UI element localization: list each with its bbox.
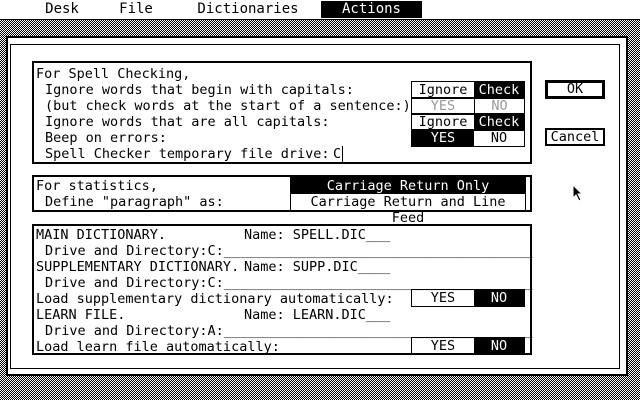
menu-bar: Desk File Dictionaries Actions xyxy=(0,0,640,20)
menu-actions[interactable]: Actions xyxy=(321,1,422,18)
menu-dictionaries[interactable]: Dictionaries xyxy=(196,1,300,18)
main-dictionary-name-field[interactable]: Name: SPELL.DIC___ xyxy=(244,227,390,243)
ignore-all-caps-label: Ignore words that are all capitals: xyxy=(45,114,330,130)
paragraph-cr-lf-option[interactable]: Carriage Return and Line Feed xyxy=(291,194,525,226)
temp-drive-label: Spell Checker temporary file drive: xyxy=(45,146,330,162)
supplementary-dictionary-name-field[interactable]: Name: SUPP.DIC____ xyxy=(244,259,390,275)
sentence-yes-option[interactable]: YES xyxy=(412,98,474,114)
ignore-capitals-label: Ignore words that begin with capitals: xyxy=(45,82,354,98)
supplementary-auto-no-option[interactable]: NO xyxy=(474,290,524,306)
main-dictionary-label: MAIN DICTIONARY. xyxy=(36,227,167,243)
cancel-button[interactable]: Cancel xyxy=(545,128,605,146)
supplementary-dictionary-label: SUPPLEMENTARY DICTIONARY. xyxy=(36,259,240,275)
paragraph-cr-only-option[interactable]: Carriage Return Only xyxy=(291,178,525,194)
sentence-start-label: (but check words at the start of a sente… xyxy=(45,98,411,114)
menu-file[interactable]: File xyxy=(117,1,155,18)
ok-button[interactable]: OK xyxy=(545,80,605,99)
learn-file-name-field[interactable]: Name: LEARN.DIC___ xyxy=(244,307,390,323)
spell-heading: For Spell Checking, xyxy=(36,66,191,82)
menu-desk[interactable]: Desk xyxy=(38,1,86,18)
learn-auto-yes-option[interactable]: YES xyxy=(412,338,474,354)
capitals-check-option[interactable]: Check xyxy=(474,82,524,98)
learn-auto-no-option[interactable]: NO xyxy=(474,338,524,354)
all-caps-ignore-option[interactable]: Ignore xyxy=(412,114,474,130)
mouse-pointer-icon xyxy=(572,184,584,202)
capitals-ignore-option[interactable]: Ignore xyxy=(412,82,474,98)
sentence-no-option[interactable]: NO xyxy=(474,98,524,114)
beep-label: Beep on errors: xyxy=(45,130,167,146)
supplementary-auto-load-label: Load supplementary dictionary automatica… xyxy=(36,291,394,307)
paragraph-define-label: Define "paragraph" as: xyxy=(45,194,224,210)
learn-file-label: LEARN FILE. xyxy=(36,307,126,323)
all-caps-check-option[interactable]: Check xyxy=(474,114,524,130)
learn-auto-load-label: Load learn file automatically: xyxy=(36,339,280,355)
main-dictionary-directory-field[interactable]: Drive and Directory:C:__________________… xyxy=(45,243,533,259)
statistics-heading: For statistics, xyxy=(36,178,158,194)
text-cursor xyxy=(342,146,343,162)
beep-no-option[interactable]: NO xyxy=(474,130,524,146)
supplementary-auto-yes-option[interactable]: YES xyxy=(412,290,474,306)
temp-drive-field[interactable]: C xyxy=(333,146,341,162)
beep-yes-option[interactable]: YES xyxy=(412,130,474,146)
